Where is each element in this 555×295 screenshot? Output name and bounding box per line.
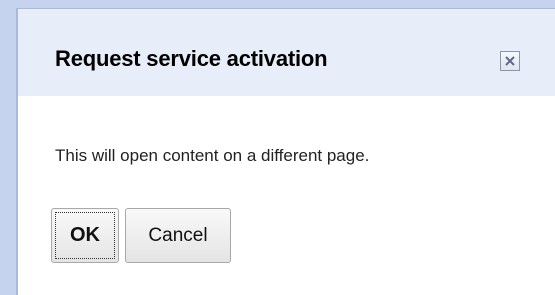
close-button[interactable] — [500, 51, 520, 71]
cancel-button-label: Cancel — [148, 224, 208, 246]
ok-button-label: OK — [70, 224, 100, 246]
ok-button[interactable]: OK — [51, 208, 119, 263]
cancel-button[interactable]: Cancel — [125, 208, 231, 263]
dialog-message: This will open content on a different pa… — [55, 146, 370, 165]
close-icon — [503, 54, 517, 68]
dialog: Request service activation This will ope… — [0, 0, 555, 295]
dialog-title: Request service activation — [55, 46, 328, 71]
